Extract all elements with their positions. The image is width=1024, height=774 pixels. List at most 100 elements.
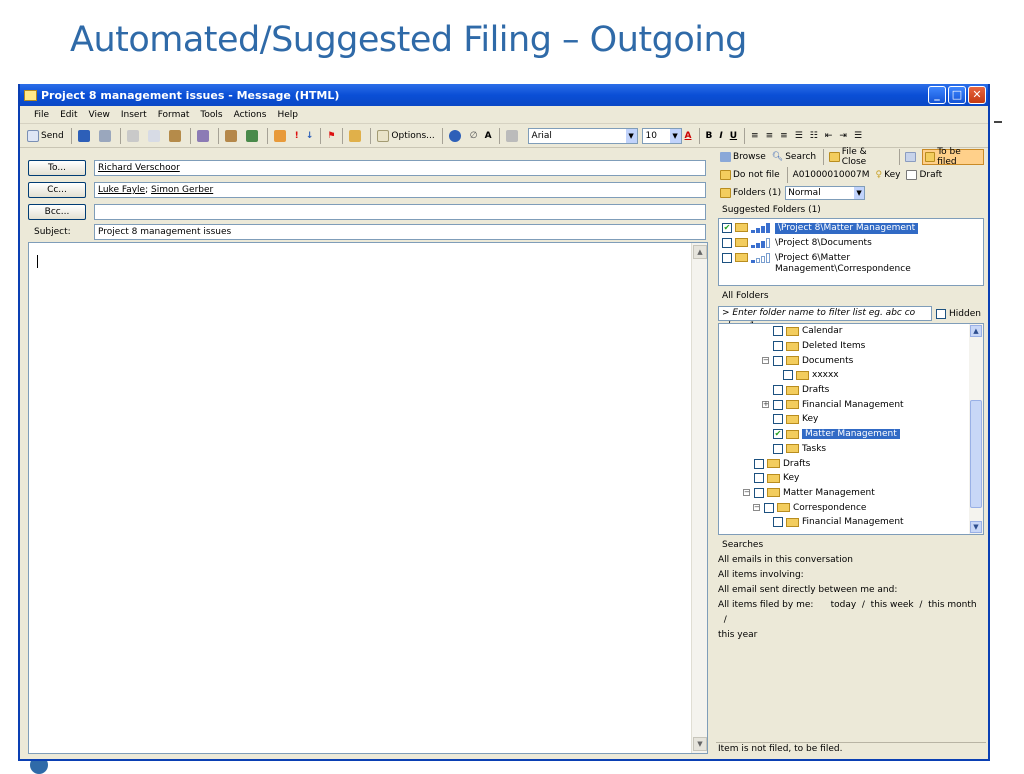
menu-actions[interactable]: Actions [234, 110, 267, 120]
folder-filter-input[interactable]: > Enter folder name to filter list eg. a… [718, 306, 932, 331]
tree-item[interactable]: Tasks [719, 442, 983, 457]
align-left-button[interactable]: ≡ [748, 127, 762, 145]
cc-recipient[interactable]: Luke Fayle [98, 185, 145, 195]
tree-item[interactable]: Financial Management [719, 515, 983, 530]
decrease-indent-button[interactable]: ⇤ [822, 127, 836, 145]
collapse-icon[interactable]: − [762, 357, 769, 365]
scroll-up-icon[interactable]: ▲ [693, 245, 707, 259]
edit-message-button[interactable] [503, 127, 523, 145]
cc-recipient[interactable]: Simon Gerber [151, 185, 213, 195]
checkbox[interactable] [722, 238, 732, 248]
menu-tools[interactable]: Tools [200, 110, 222, 120]
this-year-link[interactable]: this year [718, 628, 986, 643]
file-close-button[interactable]: File & Close [827, 147, 894, 167]
checkbox[interactable] [773, 414, 783, 425]
scroll-thumb[interactable] [970, 400, 982, 508]
checkbox[interactable] [754, 458, 764, 469]
today-link[interactable]: today [831, 600, 857, 610]
underline-button[interactable]: U [727, 127, 740, 145]
italic-button[interactable]: I [716, 127, 725, 145]
follow-up-button[interactable]: ⚑ [324, 127, 338, 145]
minimize-button[interactable]: _ [928, 86, 946, 104]
priority-select[interactable]: Normal ▼ [785, 186, 866, 200]
body-scrollbar[interactable]: ▲ ▼ [691, 243, 707, 753]
line-style-button[interactable]: ☰ [851, 127, 865, 145]
cc-field[interactable]: Luke Fayle; Simon Gerber [94, 182, 706, 198]
scroll-down-icon[interactable]: ▼ [693, 737, 707, 751]
checkbox[interactable] [783, 370, 793, 381]
search-link[interactable]: All items involving: [718, 568, 986, 583]
menu-help[interactable]: Help [277, 110, 298, 120]
checkbox[interactable] [773, 443, 783, 454]
address-book-button[interactable] [222, 127, 242, 145]
suggested-folder-row[interactable]: ✔ \Project 8\Matter Management [719, 222, 983, 237]
message-body[interactable]: ▲ ▼ [28, 242, 708, 754]
checkbox[interactable] [773, 355, 783, 366]
hidden-checkbox[interactable] [936, 308, 946, 319]
checkbox[interactable] [773, 517, 783, 528]
tree-item[interactable]: Key [719, 471, 983, 486]
high-importance-button[interactable]: ! [292, 127, 302, 145]
draft-button[interactable]: Draft [904, 167, 944, 183]
paste-button[interactable] [166, 127, 186, 145]
tree-item[interactable]: Drafts [719, 383, 983, 398]
menu-edit[interactable]: Edit [60, 110, 77, 120]
bcc-field[interactable] [94, 204, 706, 220]
cut-button[interactable] [124, 127, 144, 145]
attach-file-button[interactable]: ∅ [467, 127, 481, 145]
numbering-button[interactable]: ☷ [807, 127, 821, 145]
help-button[interactable] [446, 127, 466, 145]
checkbox[interactable] [754, 473, 764, 484]
menu-file[interactable]: File [34, 110, 49, 120]
signature-button[interactable] [271, 127, 291, 145]
checkbox[interactable] [764, 502, 774, 513]
checkbox[interactable] [773, 399, 783, 410]
print-button[interactable] [96, 127, 116, 145]
bold-button[interactable]: B [703, 127, 716, 145]
folders-count-button[interactable]: Folders (1) [718, 185, 783, 201]
font-size-button[interactable]: A [482, 127, 495, 145]
copy-button[interactable] [145, 127, 165, 145]
title-bar[interactable]: Project 8 management issues - Message (H… [20, 84, 988, 106]
save-button[interactable] [75, 127, 95, 145]
maximize-button[interactable]: □ [948, 86, 966, 104]
checkbox[interactable] [722, 253, 732, 263]
collapse-icon[interactable]: − [743, 489, 750, 497]
font-color-button[interactable]: A [682, 127, 695, 145]
checkbox[interactable]: ✔ [773, 429, 783, 440]
scroll-up-icon[interactable]: ▲ [970, 325, 982, 337]
tree-item[interactable]: − Documents [719, 353, 983, 368]
attach-item-button[interactable] [194, 127, 214, 145]
tree-item[interactable]: ✔ Matter Management [719, 427, 983, 442]
copy-link-button[interactable] [903, 149, 920, 165]
low-importance-button[interactable]: ↓ [303, 127, 317, 145]
bcc-button[interactable]: Bcc... [28, 204, 86, 220]
font-select[interactable]: Arial ▼ [527, 127, 638, 144]
checkbox[interactable] [754, 487, 764, 498]
options-button[interactable]: Options... [374, 127, 437, 145]
do-not-file-button[interactable]: Do not file [718, 167, 782, 183]
bullets-button[interactable]: ☰ [792, 127, 806, 145]
tree-item[interactable]: Calendar [719, 324, 983, 339]
cc-button[interactable]: Cc... [28, 182, 86, 198]
collapse-icon[interactable]: − [753, 504, 760, 512]
to-button[interactable]: To... [28, 160, 86, 176]
close-button[interactable]: ✕ [968, 86, 986, 104]
to-be-filed-button[interactable]: To be filed [921, 147, 984, 167]
menu-format[interactable]: Format [158, 110, 190, 120]
increase-indent-button[interactable]: ⇥ [836, 127, 850, 145]
tree-item[interactable]: + Financial Management [719, 397, 983, 412]
checkbox[interactable] [773, 385, 783, 396]
tree-scrollbar[interactable]: ▲ ▼ [969, 324, 983, 534]
menu-insert[interactable]: Insert [121, 110, 147, 120]
tree-item[interactable]: Deleted Items [719, 339, 983, 354]
search-link[interactable]: All emails in this conversation [718, 553, 986, 568]
permission-button[interactable] [346, 127, 366, 145]
scroll-down-icon[interactable]: ▼ [970, 521, 982, 533]
suggested-folder-row[interactable]: \Project 8\Documents [719, 237, 983, 252]
check-names-button[interactable] [243, 127, 263, 145]
checkbox[interactable]: ✔ [722, 223, 732, 233]
suggested-folder-row[interactable]: \Project 6\Matter Management\Corresponde… [719, 252, 983, 278]
browse-button[interactable]: Browse [718, 149, 768, 165]
tree-item[interactable]: Key [719, 412, 983, 427]
